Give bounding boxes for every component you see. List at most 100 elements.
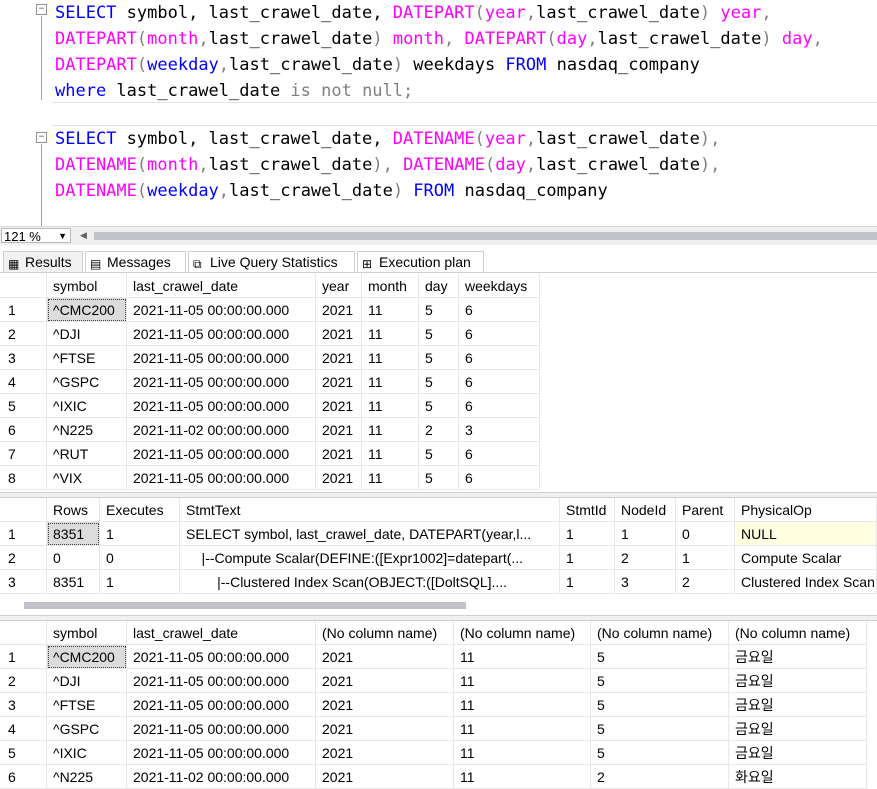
row-number[interactable]: 8 (0, 466, 47, 490)
table-cell[interactable]: 11 (362, 394, 419, 418)
collapse-icon[interactable]: − (36, 132, 47, 143)
table-cell[interactable]: ^CMC200 (47, 645, 127, 669)
table-cell[interactable]: 11 (454, 717, 591, 741)
table-cell[interactable]: 5 (419, 466, 459, 490)
table-cell[interactable]: 2021-11-05 00:00:00.000 (127, 442, 316, 466)
collapse-icon[interactable]: − (36, 4, 47, 15)
row-number[interactable]: 5 (0, 741, 47, 765)
table-cell[interactable]: 1 (100, 522, 180, 546)
row-number[interactable]: 2 (0, 669, 47, 693)
grid-corner[interactable] (0, 498, 47, 522)
column-header[interactable]: (No column name) (729, 621, 867, 645)
column-header[interactable]: last_crawel_date (127, 621, 316, 645)
table-cell[interactable]: 6 (459, 370, 540, 394)
code-line[interactable]: where last_crawel_date is not null; (55, 78, 413, 104)
table-cell[interactable]: 2 (615, 546, 676, 570)
row-number[interactable]: 5 (0, 394, 47, 418)
tab-execution-plan[interactable]: ⊞ Execution plan (357, 251, 484, 272)
table-cell[interactable]: ^FTSE (47, 693, 127, 717)
table-cell[interactable]: 11 (362, 322, 419, 346)
table-cell[interactable]: 5 (591, 645, 729, 669)
grid-corner[interactable] (0, 621, 47, 645)
table-cell[interactable]: |--Compute Scalar(DEFINE:([Expr1002]=dat… (180, 546, 560, 570)
table-cell[interactable]: 금요일 (729, 741, 867, 765)
table-cell[interactable]: 2021 (316, 466, 362, 490)
table-cell[interactable]: 5 (591, 717, 729, 741)
table-cell[interactable]: 8351 (47, 570, 100, 594)
column-header[interactable]: day (419, 274, 459, 298)
row-number[interactable]: 3 (0, 693, 47, 717)
table-cell[interactable]: 0 (676, 522, 735, 546)
table-cell[interactable]: 1 (615, 522, 676, 546)
table-cell[interactable]: 2021 (316, 370, 362, 394)
table-cell[interactable]: 8351 (47, 522, 100, 546)
results-grid-showplan[interactable]: Rows Executes StmtText StmtId NodeId Parent Ph… (0, 498, 877, 596)
column-header[interactable]: symbol (47, 274, 127, 298)
zoom-select[interactable]: 121 % ▼ (1, 228, 71, 244)
row-number[interactable]: 7 (0, 442, 47, 466)
table-cell[interactable]: 2021 (316, 418, 362, 442)
table-cell[interactable]: NULL (735, 522, 877, 546)
results-grid-1[interactable]: symbol last_crawel_date year month day weekda… (0, 274, 540, 492)
table-cell[interactable]: ^FTSE (47, 346, 127, 370)
column-header[interactable]: (No column name) (454, 621, 591, 645)
results-grid-2[interactable]: symbol last_crawel_date (No column name) (N… (0, 621, 877, 789)
table-cell[interactable]: 11 (362, 370, 419, 394)
table-cell[interactable]: Clustered Index Scan (735, 570, 877, 594)
code-line[interactable]: DATEPART(weekday,last_crawel_date) weekd… (55, 52, 700, 78)
table-cell[interactable]: 11 (362, 346, 419, 370)
column-header[interactable]: NodeId (615, 498, 676, 522)
scrollbar-thumb[interactable] (24, 602, 466, 609)
table-cell[interactable]: 2021 (316, 394, 362, 418)
column-header[interactable]: month (362, 274, 419, 298)
table-cell[interactable]: 1 (560, 546, 615, 570)
table-cell[interactable]: 11 (362, 466, 419, 490)
table-cell[interactable]: 2021-11-02 00:00:00.000 (127, 418, 316, 442)
table-cell[interactable]: 2021-11-05 00:00:00.000 (127, 669, 316, 693)
tab-messages[interactable]: ▤ Messages (85, 251, 186, 272)
table-cell[interactable]: 0 (47, 546, 100, 570)
table-cell[interactable]: 5 (419, 322, 459, 346)
table-cell[interactable]: 11 (362, 418, 419, 442)
column-header[interactable]: Executes (100, 498, 180, 522)
row-number[interactable]: 6 (0, 765, 47, 789)
column-header[interactable]: StmtId (560, 498, 615, 522)
table-cell[interactable]: 11 (362, 442, 419, 466)
row-number[interactable]: 4 (0, 370, 47, 394)
table-cell[interactable]: 5 (419, 394, 459, 418)
table-cell[interactable]: 5 (591, 741, 729, 765)
table-cell[interactable]: 1 (100, 570, 180, 594)
table-cell[interactable]: 6 (459, 346, 540, 370)
table-cell[interactable]: 금요일 (729, 645, 867, 669)
code-line[interactable]: DATEPART(month,last_crawel_date) month, … (55, 26, 823, 52)
scrollbar-thumb[interactable] (94, 232, 877, 240)
code-line[interactable]: SELECT symbol, last_crawel_date, DATENAM… (55, 126, 720, 152)
table-cell[interactable]: 11 (454, 765, 591, 789)
table-cell[interactable]: ^RUT (47, 442, 127, 466)
table-cell[interactable]: 2 (591, 765, 729, 789)
table-cell[interactable]: 11 (454, 645, 591, 669)
table-cell[interactable]: 6 (459, 322, 540, 346)
row-number[interactable]: 2 (0, 546, 47, 570)
column-header[interactable]: weekdays (459, 274, 540, 298)
table-cell[interactable]: 2021-11-05 00:00:00.000 (127, 394, 316, 418)
column-header[interactable]: last_crawel_date (127, 274, 316, 298)
table-cell[interactable]: 2021 (316, 322, 362, 346)
table-cell[interactable]: 2021 (316, 442, 362, 466)
table-cell[interactable]: 2021 (316, 298, 362, 322)
table-cell[interactable]: 2021-11-05 00:00:00.000 (127, 370, 316, 394)
table-cell[interactable]: 2 (676, 570, 735, 594)
column-header[interactable]: Parent (676, 498, 735, 522)
table-cell[interactable]: 2021 (316, 741, 454, 765)
table-cell[interactable]: Compute Scalar (735, 546, 877, 570)
table-cell[interactable]: 5 (591, 669, 729, 693)
table-cell[interactable]: ^DJI (47, 322, 127, 346)
column-header[interactable]: (No column name) (316, 621, 454, 645)
scroll-left-icon[interactable]: ◀ (80, 230, 87, 241)
table-cell[interactable]: 2021-11-05 00:00:00.000 (127, 645, 316, 669)
table-cell[interactable]: ^GSPC (47, 717, 127, 741)
table-cell[interactable]: 2021-11-05 00:00:00.000 (127, 466, 316, 490)
table-cell[interactable]: 2021-11-05 00:00:00.000 (127, 346, 316, 370)
table-cell[interactable]: ^N225 (47, 418, 127, 442)
table-cell[interactable]: 2021-11-05 00:00:00.000 (127, 298, 316, 322)
